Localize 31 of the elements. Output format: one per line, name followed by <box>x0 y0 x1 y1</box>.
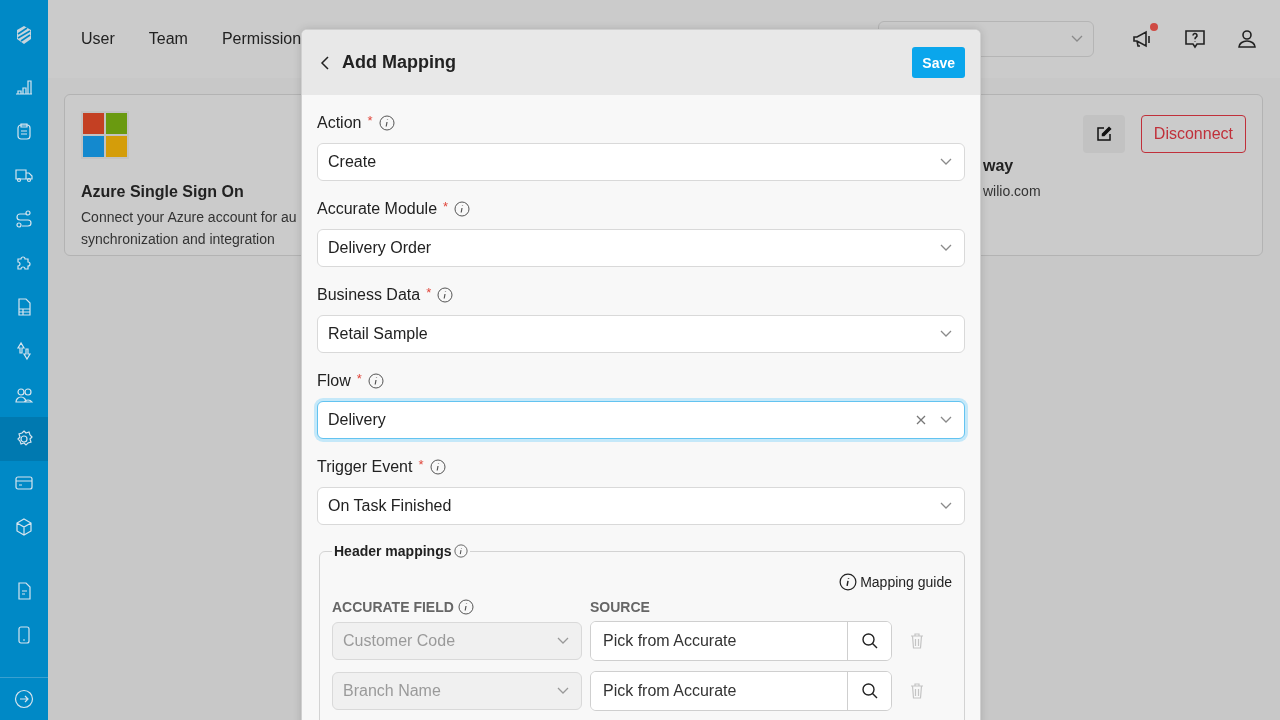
field-label: Flow <box>317 372 351 390</box>
section-title: Header mappings <box>334 543 452 559</box>
card-description: wilio.com <box>983 182 1041 201</box>
card-title: way <box>983 157 1014 175</box>
select-field[interactable]: Delivery Order <box>317 229 965 267</box>
card-description: Connect your Azure account for au <box>81 208 297 227</box>
nav-tab[interactable]: Team <box>148 30 188 48</box>
required-mark: * <box>367 113 373 128</box>
nav-tab[interactable]: Permission <box>221 30 302 48</box>
field-label: Trigger Event <box>317 458 413 476</box>
required-mark: * <box>418 457 424 472</box>
field-label: Accurate Module <box>317 200 438 218</box>
column-header: SOURCE <box>590 599 650 615</box>
required-mark: * <box>426 285 432 300</box>
nav-tab[interactable]: User <box>81 30 115 48</box>
disconnect-button[interactable]: Disconnect <box>1140 115 1246 153</box>
field-label: Action <box>317 114 362 132</box>
mapping-guide-link[interactable]: Mapping guide <box>839 573 952 591</box>
card-description: synchronization and integration <box>81 230 275 249</box>
field-select: Branch Name <box>332 672 582 710</box>
field-label: Business Data <box>317 286 421 304</box>
select-field[interactable]: Delivery <box>317 401 965 439</box>
required-mark: * <box>443 199 449 214</box>
column-header: ACCURATE FIELD <box>332 599 454 615</box>
field-select: Customer Code <box>332 622 582 660</box>
select-field[interactable]: Create <box>317 143 965 181</box>
select-field[interactable]: Retail Sample <box>317 315 965 353</box>
select-field[interactable]: On Task Finished <box>317 487 965 525</box>
dialog-title: Add Mapping <box>342 52 456 73</box>
required-mark: * <box>356 371 362 386</box>
card-title: Azure Single Sign On <box>81 183 244 201</box>
